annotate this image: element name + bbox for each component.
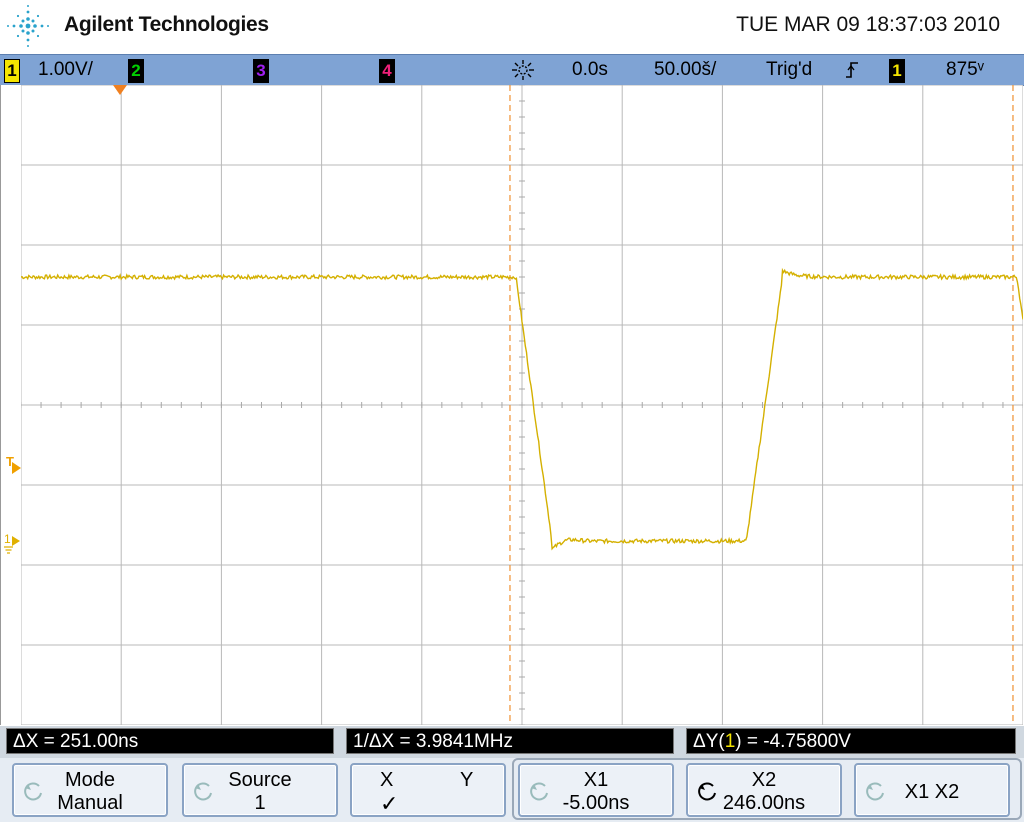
source-value: 1 [254, 792, 266, 814]
delta-x-readout: ΔX = 251.00ns [6, 728, 334, 754]
delta-y-readout: ΔY(1) = -4.75800V [686, 728, 1016, 754]
status-bar: 1 1.00V/ 2 3 4 0.0s 50.00š/ Trig'd 1 875… [0, 54, 1024, 86]
x1x2-softkey[interactable]: X1 X2 [854, 763, 1010, 817]
trigger-position-marker-icon [113, 85, 127, 95]
left-marker-column [0, 85, 21, 725]
xy-softkey[interactable]: X Y ✓ [350, 763, 506, 817]
date-time: TUE MAR 09 18:37:03 2010 [736, 13, 1000, 36]
brand-name: Agilent Technologies [64, 13, 269, 36]
delay-value: 0.0s [572, 59, 608, 80]
waveform-display[interactable] [20, 84, 1024, 726]
header: Agilent Technologies TUE MAR 09 18:37:03… [0, 0, 1024, 54]
measurement-bar: ΔX = 251.00ns 1/ΔX = 3.9841MHz ΔY(1) = -… [0, 726, 1024, 758]
x1-value: -5.00ns [562, 792, 630, 814]
channel-2-indicator[interactable]: 2 [128, 59, 144, 83]
trigger-level: 875ᵛ [946, 59, 984, 80]
channel-3-indicator[interactable]: 3 [253, 59, 269, 83]
y-option-label: Y [460, 769, 474, 791]
channel-1-scale: 1.00V/ [38, 59, 93, 80]
softkey-bar: Mode Manual Source 1 X Y ✓ X1 -5.00ns X2… [0, 758, 1024, 822]
inverse-delta-x-readout: 1/ΔX = 3.9841MHz [346, 728, 674, 754]
mode-softkey[interactable]: Mode Manual [12, 763, 168, 817]
x-option-label: X [380, 769, 394, 791]
source-label: Source [228, 769, 292, 791]
channel-1-indicator[interactable]: 1 [4, 59, 20, 83]
trigger-state: Trig'd [766, 59, 813, 80]
trigger-slope-icon [846, 62, 858, 78]
waveform-graticule [20, 84, 1024, 726]
mode-value: Manual [57, 792, 123, 814]
x2-softkey[interactable]: X2 246.00ns [686, 763, 842, 817]
delta-y-prefix: ΔY( [693, 731, 725, 752]
timebase-value: 50.00š/ [654, 59, 717, 80]
delay-knob-icon [512, 60, 534, 80]
x1-label: X1 [583, 769, 609, 791]
channel-4-indicator[interactable]: 4 [379, 59, 395, 83]
delta-y-suffix: ) = -4.75800V [735, 731, 851, 752]
agilent-spark-logo-icon [7, 5, 49, 47]
ground-marker-icon [4, 536, 20, 554]
x1x2-label: X1 X2 [904, 781, 960, 803]
x-selected-checkmark: ✓ [380, 791, 399, 816]
x1-softkey[interactable]: X1 -5.00ns [518, 763, 674, 817]
x2-label: X2 [751, 769, 777, 791]
trigger-level-arrow-icon [12, 462, 21, 474]
source-softkey[interactable]: Source 1 [182, 763, 338, 817]
x2-value: 246.00ns [722, 792, 806, 814]
trigger-source-indicator[interactable]: 1 [889, 59, 905, 83]
delta-y-source: 1 [724, 731, 736, 752]
mode-label: Mode [64, 769, 116, 791]
